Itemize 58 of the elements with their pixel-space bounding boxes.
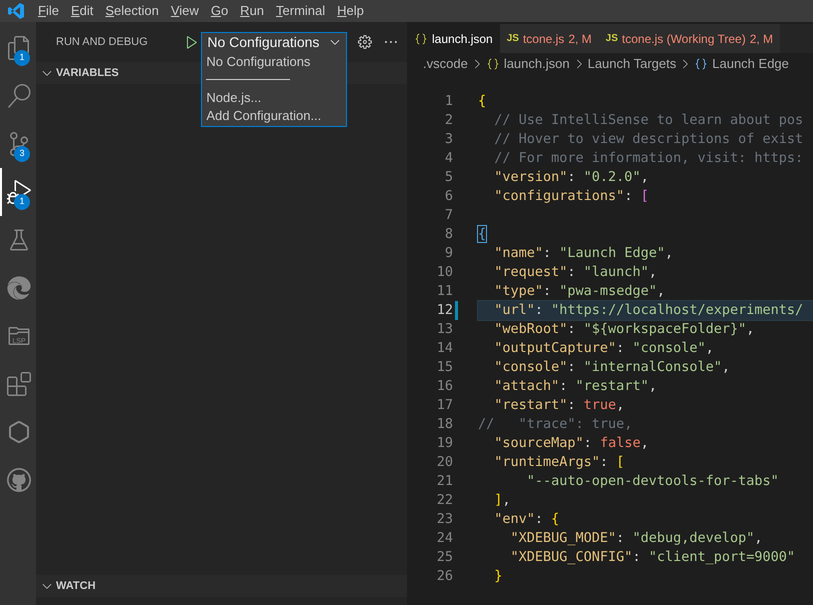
line-number: 19: [436, 434, 453, 453]
line-number: 3: [444, 130, 453, 149]
line-number: 2: [444, 111, 453, 130]
code-line: {: [478, 225, 488, 244]
code-line: // For more information, visit: https:: [493, 149, 804, 168]
code-line: "XDEBUG_MODE": "debug,develop",: [510, 529, 764, 548]
code-line: "XDEBUG_CONFIG": "client_port=9000": [510, 548, 796, 567]
line-number: 11: [436, 282, 453, 301]
code-line: "type": "pwa-msedge",: [493, 282, 666, 301]
code-line: {: [478, 92, 488, 111]
line-number: 9: [444, 244, 453, 263]
count-badge: 3: [14, 146, 30, 162]
file-type-icon: JS: [606, 31, 618, 46]
file-type-icon: JS: [506, 31, 519, 46]
line-number: 8: [444, 225, 453, 244]
code-line: // Hover to view descriptions of exist: [493, 130, 804, 149]
line-number: 14: [436, 339, 453, 358]
code-line: "sourceMap": false,: [493, 434, 650, 453]
code-line: // Use IntelliSense to learn about pos: [493, 111, 804, 130]
line-number: 1: [444, 92, 453, 111]
line-number: 20: [436, 453, 453, 472]
tab-status-text: 2, M: [750, 30, 774, 48]
code-line: "name": "Launch Edge",: [493, 244, 674, 263]
code-line: ],: [493, 491, 512, 510]
code-line: "console": "internalConsole",: [493, 358, 731, 377]
line-number: 17: [436, 396, 453, 415]
code-line: "env": {: [493, 510, 560, 529]
line-number: 6: [444, 187, 453, 206]
count-badge: 1: [14, 50, 30, 66]
line-number: 5: [444, 168, 453, 187]
tab-status-text: 2, M: [568, 30, 592, 48]
code-line: "attach": "restart",: [493, 377, 658, 396]
code-line: // "trace": true,: [478, 415, 634, 434]
code-line: "runtimeArgs": [: [493, 453, 626, 472]
line-number: 7: [444, 206, 453, 225]
line-number: 18: [436, 415, 453, 434]
line-number: 12: [436, 301, 453, 320]
line-number: 25: [436, 548, 453, 567]
sidebar-title: RUN AND DEBUG: [56, 34, 149, 50]
line-number: 23: [436, 510, 453, 529]
count-badge: 1: [14, 194, 30, 210]
code-line: "configurations": [: [493, 187, 650, 206]
line-number: 16: [436, 377, 453, 396]
code-line: "outputCapture": "console",: [493, 339, 715, 358]
code-line: "version": "0.2.0",: [493, 168, 650, 187]
line-number: 15: [436, 358, 453, 377]
line-number: 22: [436, 491, 453, 510]
line-number: 24: [436, 529, 453, 548]
line-number: 4: [444, 149, 453, 168]
line-number: 21: [436, 472, 453, 491]
code-line: "restart": true,: [493, 396, 626, 415]
code-line: }: [493, 567, 504, 586]
line-number: 26: [436, 567, 453, 586]
line-number: 10: [436, 263, 453, 282]
line-number: 13: [436, 320, 453, 339]
code-line: "webRoot": "${workspaceFolder}",: [493, 320, 756, 339]
code-line: "request": "launch",: [493, 263, 658, 282]
code-line: "--auto-open-devtools-for-tabs": [526, 472, 780, 491]
